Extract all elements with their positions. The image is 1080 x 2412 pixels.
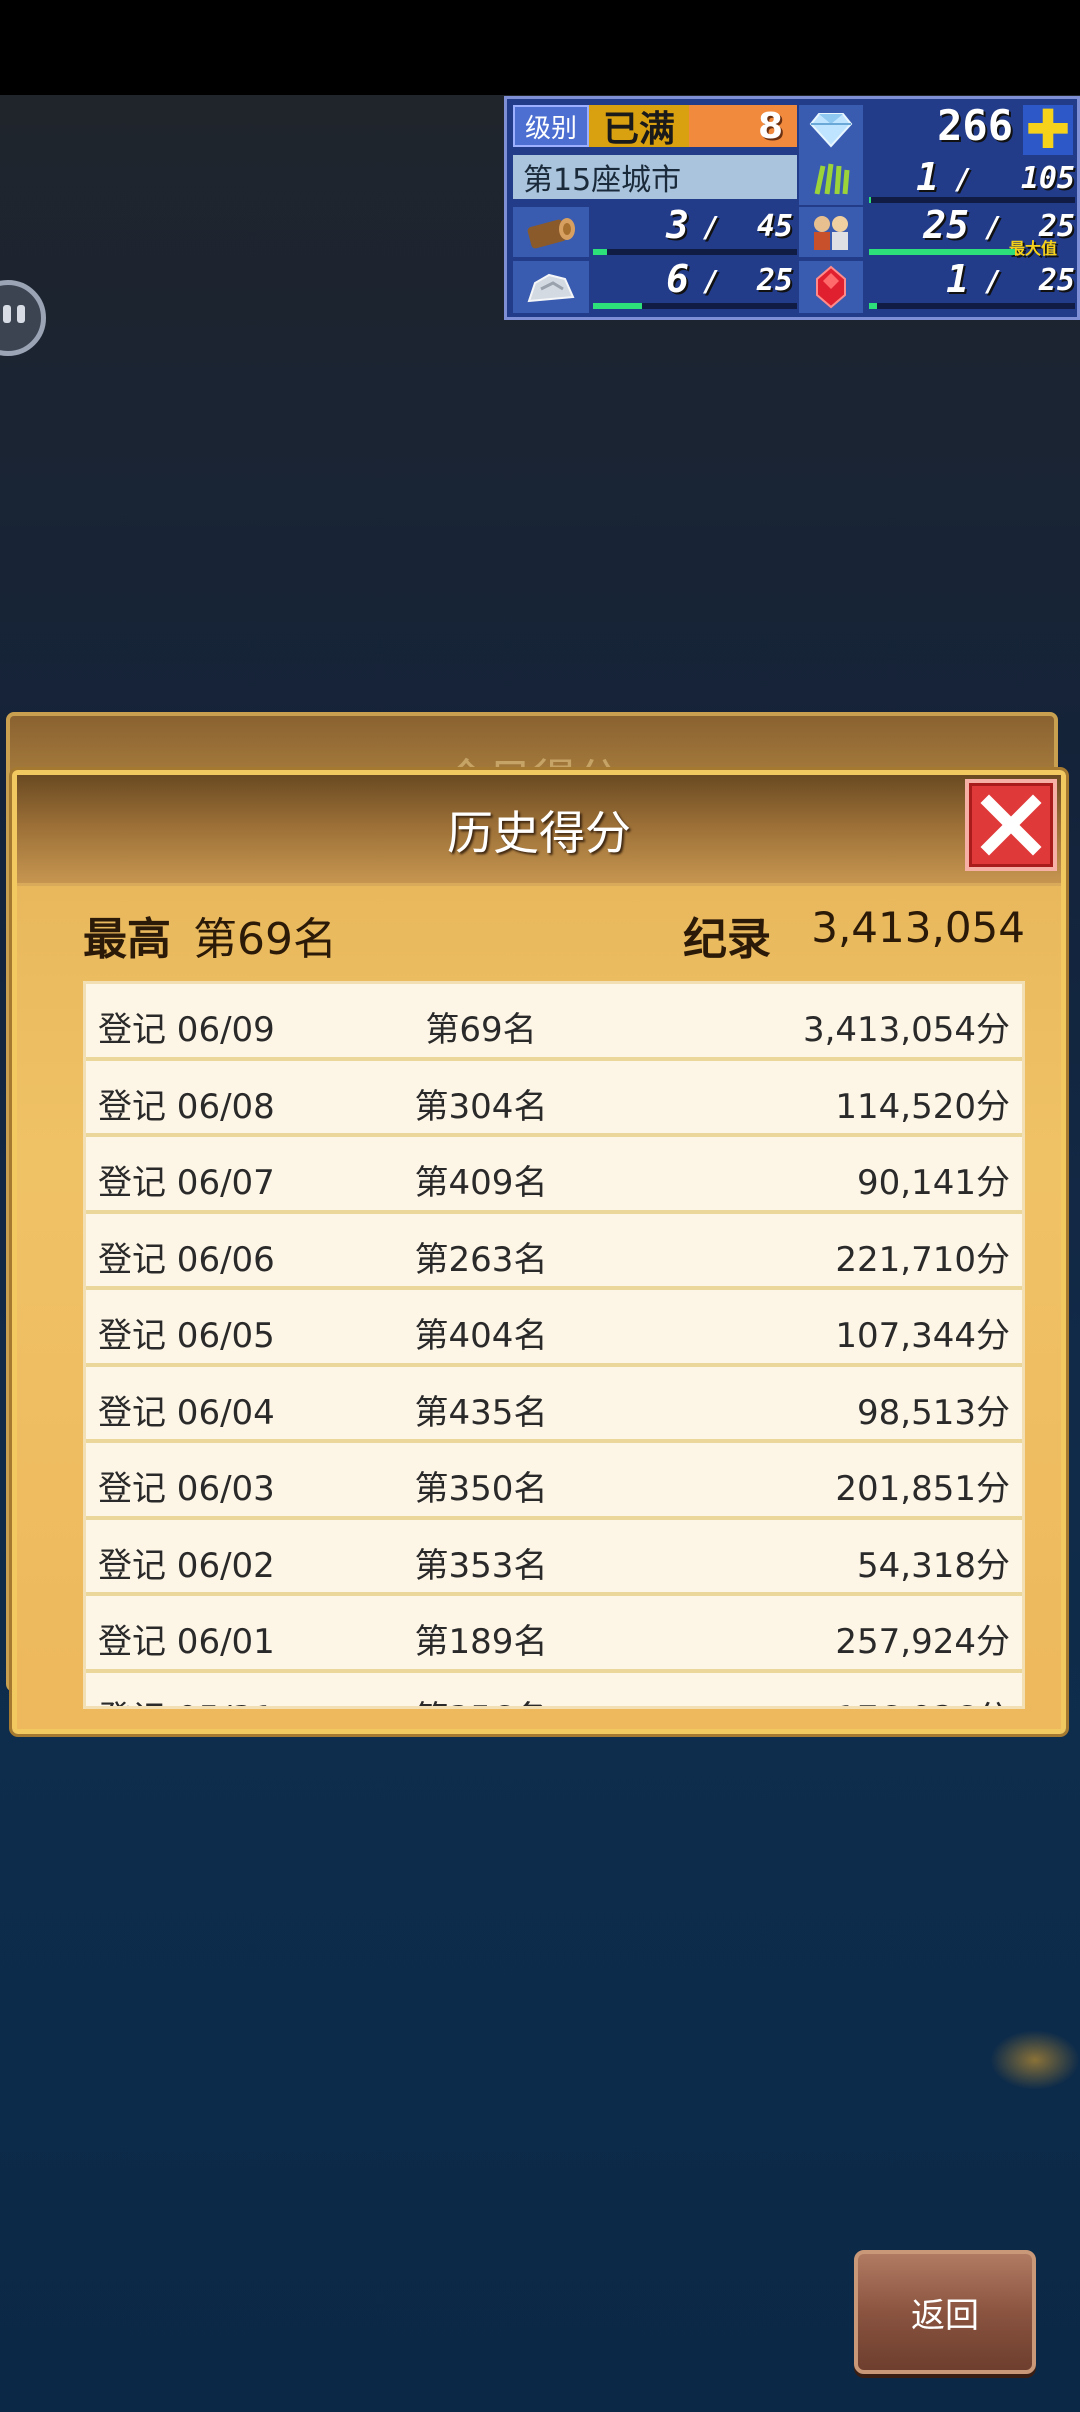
row-date: 登记 06/09 bbox=[98, 1010, 275, 1050]
stone-bar bbox=[593, 303, 797, 309]
list-item: 登记 06/05 第404名 107,344分 bbox=[86, 1290, 1022, 1367]
row-score: 54,318分 bbox=[857, 1545, 1010, 1586]
row-score: 107,344分 bbox=[835, 1316, 1010, 1356]
row-date: 登记 06/03 bbox=[98, 1469, 275, 1509]
grass-icon bbox=[799, 155, 863, 205]
grass-current: 1 bbox=[916, 155, 939, 199]
row-rank: 第404名 bbox=[414, 1316, 548, 1356]
stone-current: 6 bbox=[666, 257, 689, 301]
record-value: 3,413,054 bbox=[811, 903, 1025, 952]
list-item: 登记 06/01 第189名 257,924分 bbox=[86, 1596, 1022, 1673]
list-item: 登记 06/07 第409名 90,141分 bbox=[86, 1137, 1022, 1214]
list-item: 登记 05/31 第356名 176,926分 bbox=[86, 1673, 1022, 1707]
history-score-panel: 历史得分 最高 第69名 纪录 3,413,054 登记 06/09 第69名 3,… bbox=[12, 770, 1066, 1734]
list-item: 登记 06/06 第263名 221,710分 bbox=[86, 1214, 1022, 1290]
record-label: 纪录 bbox=[683, 914, 771, 965]
row-score: 201,851分 bbox=[835, 1469, 1010, 1509]
close-button[interactable] bbox=[965, 779, 1057, 871]
history-list[interactable]: 登记 06/09 第69名 3,413,054分 登记 06/08 第304名 114,… bbox=[83, 981, 1025, 1709]
best-label: 最高 bbox=[83, 914, 171, 965]
row-rank: 第353名 bbox=[414, 1545, 548, 1586]
row-date: 登记 06/08 bbox=[98, 1086, 275, 1127]
people-bar bbox=[869, 249, 1015, 255]
row-date: 登记 06/05 bbox=[98, 1316, 275, 1356]
people-sep: / bbox=[985, 211, 1002, 244]
list-item: 登记 06/09 第69名 3,413,054分 bbox=[86, 984, 1022, 1061]
wood-log-icon bbox=[513, 207, 589, 257]
stone-sep: / bbox=[703, 265, 720, 298]
wood-sep: / bbox=[703, 211, 720, 244]
row-rank: 第189名 bbox=[414, 1622, 548, 1662]
panel-title: 历史得分 bbox=[447, 806, 631, 860]
row-date: 登记 05/31 bbox=[98, 1691, 275, 1707]
floating-coin-glow[interactable] bbox=[990, 2030, 1080, 2090]
grass-sep: / bbox=[955, 163, 972, 196]
people-max-label: 最大值 bbox=[1009, 239, 1058, 258]
people-icon bbox=[799, 207, 863, 257]
level-value: 8 bbox=[689, 105, 797, 147]
level-full-badge: 已满 bbox=[589, 105, 689, 150]
row-date: 登记 06/04 bbox=[98, 1392, 275, 1433]
row-score: 98,513分 bbox=[857, 1392, 1010, 1433]
city-label: 第15座城市 bbox=[513, 155, 797, 199]
add-gems-button[interactable]: ✚ bbox=[1023, 103, 1073, 157]
ruby-sep: / bbox=[985, 265, 1002, 298]
row-rank: 第69名 bbox=[425, 1010, 537, 1050]
wood-max: 45 bbox=[756, 209, 793, 244]
ruby-max: 25 bbox=[1038, 263, 1075, 298]
row-rank: 第356名 bbox=[386, 1691, 576, 1707]
row-date: 登记 06/01 bbox=[98, 1622, 275, 1662]
status-bar bbox=[0, 0, 1080, 95]
row-rank: 第304名 bbox=[414, 1086, 548, 1127]
list-item: 登记 06/04 第435名 98,513分 bbox=[86, 1367, 1022, 1443]
row-rank: 第409名 bbox=[414, 1163, 548, 1203]
row-score: 221,710分 bbox=[835, 1239, 1010, 1280]
row-score: 176,926分 bbox=[835, 1691, 1010, 1707]
ruby-current: 1 bbox=[946, 257, 969, 301]
row-rank: 第350名 bbox=[414, 1469, 548, 1509]
people-bar-fill bbox=[869, 249, 1015, 255]
row-date: 登记 06/07 bbox=[98, 1163, 275, 1203]
people-current: 25 bbox=[923, 203, 969, 247]
row-score: 114,520分 bbox=[835, 1086, 1010, 1127]
back-button[interactable]: 返回 bbox=[854, 2250, 1036, 2374]
stone-max: 25 bbox=[756, 263, 793, 298]
row-date: 登记 06/06 bbox=[98, 1239, 275, 1280]
panel-header: 历史得分 bbox=[17, 775, 1061, 886]
score-summary: 最高 第69名 纪录 3,413,054 bbox=[83, 903, 1025, 967]
list-item: 登记 06/08 第304名 114,520分 bbox=[86, 1061, 1022, 1137]
ruby-bar bbox=[869, 303, 1075, 309]
best-rank: 第69名 bbox=[193, 914, 337, 965]
wood-bar-fill bbox=[593, 249, 608, 255]
ruby-icon bbox=[799, 261, 863, 313]
stone-icon bbox=[513, 261, 589, 313]
row-score: 257,924分 bbox=[835, 1622, 1010, 1662]
grass-max: 105 bbox=[1020, 161, 1075, 196]
row-rank: 第435名 bbox=[414, 1392, 548, 1433]
list-item: 登记 06/03 第350名 201,851分 bbox=[86, 1443, 1022, 1520]
stone-bar-fill bbox=[593, 303, 642, 309]
gems-value: 266 bbox=[937, 101, 1013, 150]
list-item: 登记 06/02 第353名 54,318分 bbox=[86, 1520, 1022, 1596]
row-rank: 第263名 bbox=[414, 1239, 548, 1280]
row-score: 90,141分 bbox=[857, 1163, 1010, 1203]
level-label: 级别 bbox=[513, 105, 589, 147]
wood-current: 3 bbox=[666, 203, 689, 247]
row-score: 3,413,054分 bbox=[802, 1010, 1010, 1050]
resource-hud: 级别 已满 8 266 ✚ 第15座城市 1 / 105 3 / 45 25 /… bbox=[504, 96, 1080, 320]
ruby-bar-fill bbox=[869, 303, 878, 309]
wood-bar bbox=[593, 249, 797, 255]
diamond-icon bbox=[799, 105, 863, 155]
close-icon bbox=[980, 794, 1042, 856]
row-date: 登记 06/02 bbox=[98, 1545, 275, 1586]
